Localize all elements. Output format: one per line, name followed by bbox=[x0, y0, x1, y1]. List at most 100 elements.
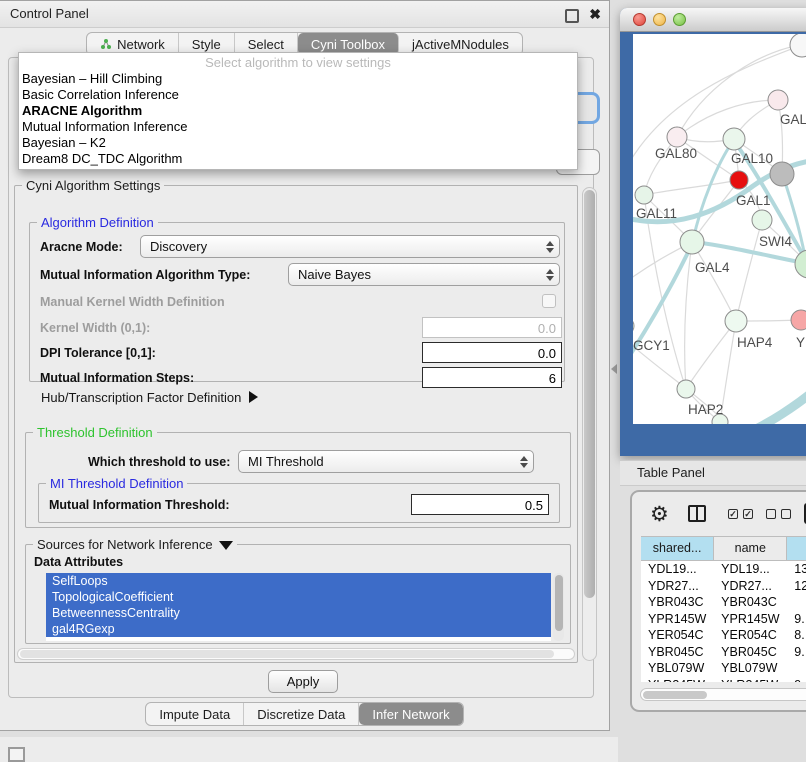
settings-horizontal-scrollbar[interactable] bbox=[17, 648, 575, 660]
tab-infer-network[interactable]: Infer Network bbox=[359, 703, 462, 725]
algorithm-option[interactable]: Bayesian – K2 bbox=[19, 135, 577, 151]
network-node[interactable] bbox=[752, 210, 772, 230]
hub-tf-definition-toggle[interactable]: Hub/Transcription Factor Definition bbox=[41, 390, 258, 405]
network-node[interactable] bbox=[790, 34, 806, 57]
network-node[interactable] bbox=[795, 250, 806, 278]
node-label: SWI4 bbox=[759, 234, 792, 249]
table-column-header[interactable]: shared... bbox=[641, 537, 714, 560]
table-cell: YPR145W bbox=[714, 611, 787, 628]
table-row[interactable]: YPR145WYPR145W9. bbox=[641, 611, 806, 628]
table-row[interactable]: YDL19...YDL19...13 bbox=[641, 561, 806, 578]
algorithm-option[interactable]: ARACNE Algorithm bbox=[19, 103, 577, 119]
table-panel-header: Table Panel bbox=[620, 460, 806, 486]
settings-vertical-scrollbar[interactable] bbox=[582, 187, 597, 661]
table-cell: YER054C bbox=[641, 627, 714, 644]
data-attributes-list[interactable]: SelfLoopsTopologicalCoefficientBetweenne… bbox=[46, 573, 551, 641]
table-row[interactable]: YDR27...YDR27...12 bbox=[641, 578, 806, 595]
network-node[interactable] bbox=[770, 162, 794, 186]
table-cell bbox=[787, 660, 806, 677]
close-traffic-light-icon[interactable] bbox=[633, 13, 646, 26]
algorithm-option[interactable]: Dream8 DC_TDC Algorithm bbox=[19, 151, 577, 167]
tab-label: Impute Data bbox=[159, 707, 230, 722]
manual-kernel-width-checkbox[interactable] bbox=[542, 294, 556, 308]
mi-threshold-label: Mutual Information Threshold: bbox=[49, 498, 230, 512]
table-cell: YBL079W bbox=[714, 660, 787, 677]
attribute-item[interactable]: gal4RGexp bbox=[46, 621, 551, 637]
dpi-tolerance-label: DPI Tolerance [0,1]: bbox=[40, 346, 156, 360]
which-threshold-combo[interactable]: MI Threshold bbox=[238, 450, 534, 473]
network-node-gal80[interactable] bbox=[667, 127, 687, 147]
algorithm-option[interactable]: Mutual Information Inference bbox=[19, 119, 577, 135]
table-column-header[interactable] bbox=[787, 537, 806, 560]
table-header-row: shared...name bbox=[641, 536, 806, 561]
table-cell: YER054C bbox=[714, 627, 787, 644]
table-column-header[interactable]: name bbox=[714, 537, 787, 560]
minimize-traffic-light-icon[interactable] bbox=[653, 13, 666, 26]
network-node-gal10[interactable] bbox=[723, 128, 745, 150]
network-node-gal11[interactable] bbox=[635, 186, 653, 204]
tab-label: Style bbox=[192, 37, 221, 52]
column-selector-icon[interactable] bbox=[688, 505, 706, 522]
network-node-hap2[interactable] bbox=[677, 380, 695, 398]
network-node-gcy1[interactable] bbox=[633, 317, 634, 335]
mi-algorithm-type-combo[interactable]: Naive Bayes bbox=[288, 263, 560, 286]
network-node-gal4[interactable] bbox=[680, 230, 704, 254]
kernel-width-label: Kernel Width (0,1): bbox=[40, 321, 150, 335]
table-horizontal-scrollbar[interactable] bbox=[640, 688, 806, 701]
table-row[interactable]: YBR043CYBR043C bbox=[641, 594, 806, 611]
table-row[interactable]: YBR045CYBR045C9. bbox=[641, 644, 806, 661]
table-cell: 8. bbox=[787, 627, 806, 644]
network-node-y[interactable] bbox=[791, 310, 806, 330]
select-all-checkbox-icon[interactable]: ✓ bbox=[728, 509, 738, 519]
mi-steps-field[interactable] bbox=[422, 367, 562, 388]
network-node-hap4[interactable] bbox=[725, 310, 747, 332]
table-cell: YBR043C bbox=[641, 594, 714, 611]
tab-discretize-data[interactable]: Discretize Data bbox=[244, 703, 359, 725]
threshold-definition-title: Threshold Definition bbox=[33, 425, 157, 440]
table-cell: 9. bbox=[787, 611, 806, 628]
close-icon[interactable]: ✖ bbox=[589, 5, 601, 23]
algorithm-definition-title: Algorithm Definition bbox=[37, 215, 158, 230]
deselect-all-checkbox-icon[interactable] bbox=[781, 509, 791, 519]
algorithm-option[interactable]: Basic Correlation Inference bbox=[19, 87, 577, 103]
table-cell: YBR045C bbox=[714, 644, 787, 661]
table-row[interactable]: YER054CYER054C8. bbox=[641, 627, 806, 644]
attribute-item[interactable]: SelfLoops bbox=[46, 573, 551, 589]
kernel-width-field[interactable] bbox=[422, 317, 562, 338]
panel-divider-arrow[interactable] bbox=[611, 364, 617, 374]
attribute-item[interactable]: BetweennessCentrality bbox=[46, 605, 551, 621]
algorithm-option[interactable]: Bayesian – Hill Climbing bbox=[19, 71, 577, 87]
mi-threshold-field[interactable] bbox=[411, 494, 549, 515]
aracne-mode-value: Discovery bbox=[150, 239, 207, 254]
table-row[interactable]: YLR345WYLR345W9. bbox=[641, 677, 806, 683]
table-row[interactable]: YBL079WYBL079W bbox=[641, 660, 806, 677]
mi-steps-label: Mutual Information Steps: bbox=[40, 371, 194, 385]
node-table[interactable]: shared...name YDL19...YDL19...13YDR27...… bbox=[641, 536, 806, 682]
tab-label: Select bbox=[248, 37, 284, 52]
network-node-gal[interactable] bbox=[768, 90, 788, 110]
dpi-tolerance-field[interactable] bbox=[422, 342, 562, 363]
mi-threshold-group-title: MI Threshold Definition bbox=[46, 476, 187, 491]
manual-kernel-width-label: Manual Kernel Width Definition bbox=[40, 295, 225, 309]
expanded-arrow-icon bbox=[219, 541, 233, 550]
tab-impute-data[interactable]: Impute Data bbox=[146, 703, 244, 725]
node-label: GAL1 bbox=[736, 193, 771, 208]
network-tab-icon bbox=[100, 38, 112, 50]
network-canvas[interactable]: GALGAL80GAL10GAL11GAL4GCY1HAP4YHAP2GAL1S… bbox=[633, 34, 806, 424]
network-node[interactable] bbox=[730, 171, 748, 189]
collapsed-panel-icon[interactable] bbox=[8, 747, 25, 762]
float-window-icon[interactable] bbox=[565, 9, 579, 23]
attribute-list-scrollbar[interactable] bbox=[553, 573, 564, 641]
collapsed-arrow-icon bbox=[249, 391, 258, 403]
gear-icon[interactable]: ⚙ bbox=[650, 502, 669, 528]
select-all-checkbox-icon[interactable]: ✓ bbox=[743, 509, 753, 519]
aracne-mode-combo[interactable]: Discovery bbox=[140, 235, 560, 258]
deselect-all-checkbox-icon[interactable] bbox=[766, 509, 776, 519]
attribute-item[interactable]: TopologicalCoefficient bbox=[46, 589, 551, 605]
data-attributes-label: Data Attributes bbox=[34, 555, 123, 569]
apply-button[interactable]: Apply bbox=[268, 670, 338, 693]
sources-group-title[interactable]: Sources for Network Inference bbox=[33, 537, 237, 552]
window-title: Control Panel bbox=[10, 1, 89, 27]
table-cell: YDL19... bbox=[641, 561, 714, 578]
zoom-traffic-light-icon[interactable] bbox=[673, 13, 686, 26]
